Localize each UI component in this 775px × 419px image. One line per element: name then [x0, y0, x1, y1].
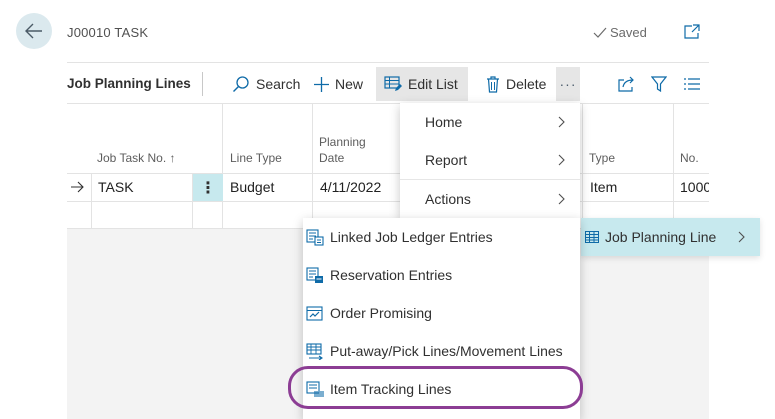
plus-icon — [314, 76, 329, 92]
chevron-right-icon — [738, 231, 745, 243]
cell-line-type[interactable]: Budget — [230, 179, 274, 195]
row-selector[interactable] — [71, 180, 85, 198]
menu-item-order-promising-label: Order Promising — [330, 305, 432, 321]
grid-top-border — [67, 103, 709, 104]
saved-label: Saved — [610, 25, 647, 40]
edit-list-button[interactable]: Edit List — [376, 67, 468, 101]
menu-item-putaway-pick-lines[interactable]: Put-away/Pick Lines/Movement Lines — [303, 332, 580, 370]
arrow-right-icon — [71, 181, 84, 193]
col-header-no[interactable]: No. — [680, 150, 699, 166]
col-divider — [312, 104, 313, 228]
list-view-button[interactable] — [681, 73, 703, 95]
search-button[interactable]: Search — [224, 67, 308, 101]
cell-no[interactable]: 1000 — [680, 179, 709, 195]
share-icon — [618, 76, 634, 92]
trash-icon — [487, 75, 499, 93]
back-button[interactable] — [16, 13, 52, 49]
col-divider — [222, 104, 223, 228]
table-icon — [585, 231, 599, 243]
arrow-left-icon — [25, 23, 42, 39]
menu-item-home[interactable]: Home — [400, 103, 580, 141]
list-icon — [684, 78, 700, 90]
col-divider — [582, 104, 583, 228]
col-header-type[interactable]: Type — [589, 150, 615, 166]
col-header-line-type[interactable]: Line Type — [230, 150, 282, 166]
filter-icon — [651, 76, 667, 92]
menu-item-putaway-pick-lines-label: Put-away/Pick Lines/Movement Lines — [330, 343, 563, 359]
filter-button[interactable] — [648, 73, 670, 95]
part-title: Job Planning Lines — [67, 76, 191, 91]
menu-item-report-label: Report — [425, 152, 468, 168]
submenu-job-planning-line-label: Job Planning Line — [605, 229, 717, 245]
menu-item-report[interactable]: Report — [400, 141, 580, 179]
popout-icon — [684, 24, 700, 39]
row-divider — [67, 201, 709, 202]
menu-item-reservation-entries-label: Reservation Entries — [330, 267, 453, 283]
warehouse-lines-icon — [306, 342, 323, 360]
chevron-right-icon — [558, 116, 565, 128]
col-header-planning-date[interactable]: Planning Date — [319, 134, 366, 166]
delete-button[interactable]: Delete — [478, 67, 554, 101]
chevron-right-icon — [558, 193, 565, 205]
menu-item-actions[interactable]: Actions — [400, 180, 580, 218]
menu-item-actions-label: Actions — [425, 191, 471, 207]
search-label: Search — [256, 76, 301, 92]
highlight-annotation — [288, 366, 583, 409]
open-new-window-button[interactable] — [683, 24, 701, 45]
cell-planning-date[interactable]: 4/11/2022 — [320, 179, 381, 195]
share-button[interactable] — [615, 73, 637, 95]
cell-type[interactable]: Item — [590, 179, 617, 195]
more-options-button[interactable]: ··· — [556, 67, 580, 101]
saved-status: Saved — [593, 25, 647, 40]
cell-job-task-no[interactable]: TASK — [98, 179, 134, 195]
search-icon — [233, 76, 249, 92]
edit-list-icon — [384, 76, 402, 91]
row-actions-button[interactable]: ⋮ — [193, 174, 223, 201]
menu-item-order-promising[interactable]: Order Promising — [303, 294, 580, 332]
submenu-job-planning-line[interactable]: Job Planning Line — [581, 218, 760, 256]
reservation-entries-icon — [306, 266, 323, 283]
new-label: New — [335, 76, 364, 92]
check-icon — [593, 27, 607, 38]
col-header-job-task-no[interactable]: Job Task No. ↑ — [97, 150, 175, 166]
page-title: J00010 TASK — [67, 25, 149, 40]
menu-item-linked-job-ledger-entries-label: Linked Job Ledger Entries — [330, 229, 493, 245]
menu-item-home-label: Home — [425, 114, 463, 130]
delete-label: Delete — [506, 76, 547, 92]
ledger-entries-icon — [306, 228, 324, 246]
header-divider — [67, 62, 709, 63]
edit-list-label: Edit List — [408, 76, 458, 92]
row-divider — [67, 173, 709, 174]
menu-item-linked-job-ledger-entries[interactable]: Linked Job Ledger Entries — [303, 218, 580, 256]
col-divider — [673, 104, 674, 228]
menu-item-reservation-entries[interactable]: Reservation Entries — [303, 256, 580, 294]
new-button[interactable]: New — [306, 67, 371, 101]
toolbar-separator — [202, 72, 203, 96]
more-options-menu: Home Report Actions — [400, 103, 580, 218]
col-header-planning-line1: Planning — [319, 135, 366, 149]
chevron-right-icon — [558, 154, 565, 166]
col-header-planning-line2: Date — [319, 151, 345, 165]
order-promising-icon — [306, 305, 323, 321]
